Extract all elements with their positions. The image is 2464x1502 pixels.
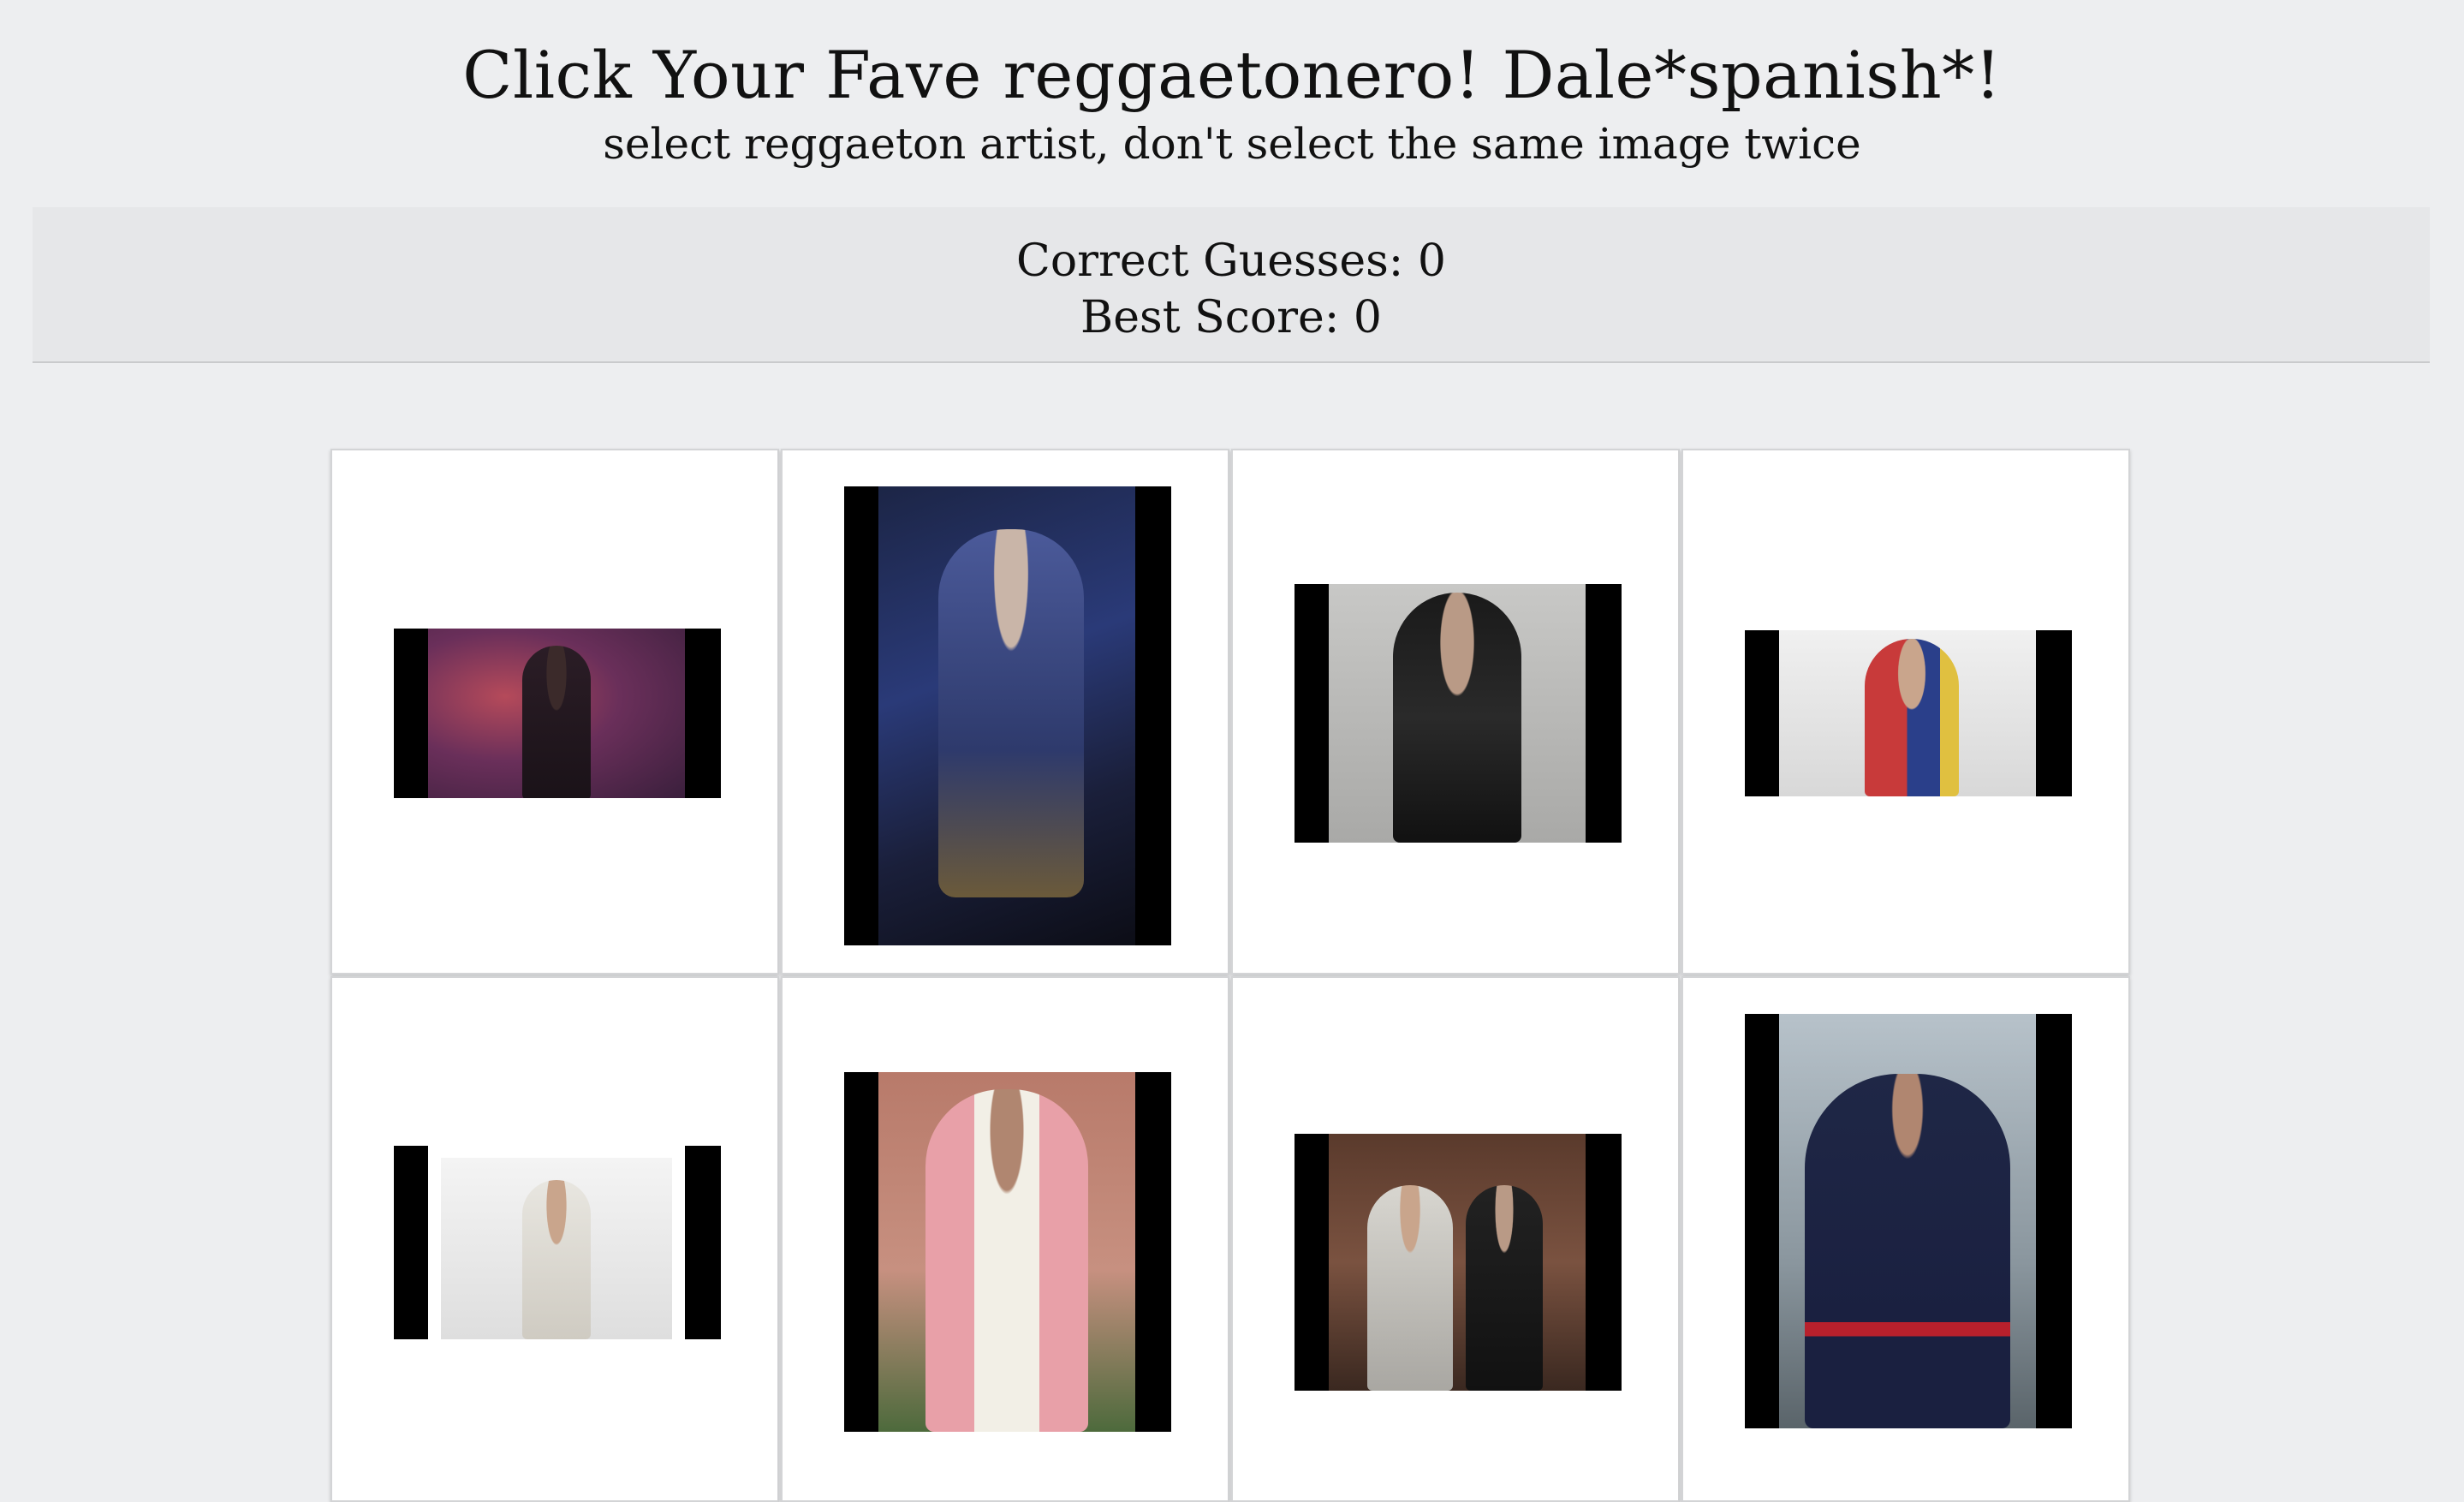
best-score: Best Score: 0 bbox=[1080, 292, 1382, 343]
artist-card-6[interactable] bbox=[781, 976, 1229, 1502]
artist-photo-1[interactable] bbox=[394, 629, 721, 798]
artist-photo-8[interactable] bbox=[1745, 1014, 2072, 1428]
artist-card-2[interactable] bbox=[781, 449, 1229, 975]
artist-photo-6[interactable] bbox=[844, 1072, 1171, 1432]
artist-photo-3[interactable] bbox=[1294, 584, 1622, 843]
artist-card-3[interactable] bbox=[1231, 449, 1680, 975]
page-subtitle: select reggaeton artist, don't select th… bbox=[603, 119, 1861, 169]
artist-photo-5[interactable] bbox=[394, 1146, 721, 1339]
artist-photo-7[interactable] bbox=[1294, 1134, 1622, 1391]
correct-guesses: Correct Guesses: 0 bbox=[1016, 235, 1446, 287]
artist-card-7[interactable] bbox=[1231, 976, 1680, 1502]
artist-card-1[interactable] bbox=[330, 449, 779, 975]
page-title: Click Your Fave reggaetonero! Dale*spani… bbox=[462, 37, 2002, 113]
image-grid bbox=[330, 449, 2132, 1502]
scoreboard: Correct Guesses: 0 Best Score: 0 bbox=[33, 207, 2430, 363]
artist-photo-2[interactable] bbox=[844, 486, 1171, 945]
artist-card-5[interactable] bbox=[330, 976, 779, 1502]
artist-photo-4[interactable] bbox=[1745, 630, 2072, 796]
artist-card-4[interactable] bbox=[1681, 449, 2130, 975]
artist-card-8[interactable] bbox=[1681, 976, 2130, 1502]
